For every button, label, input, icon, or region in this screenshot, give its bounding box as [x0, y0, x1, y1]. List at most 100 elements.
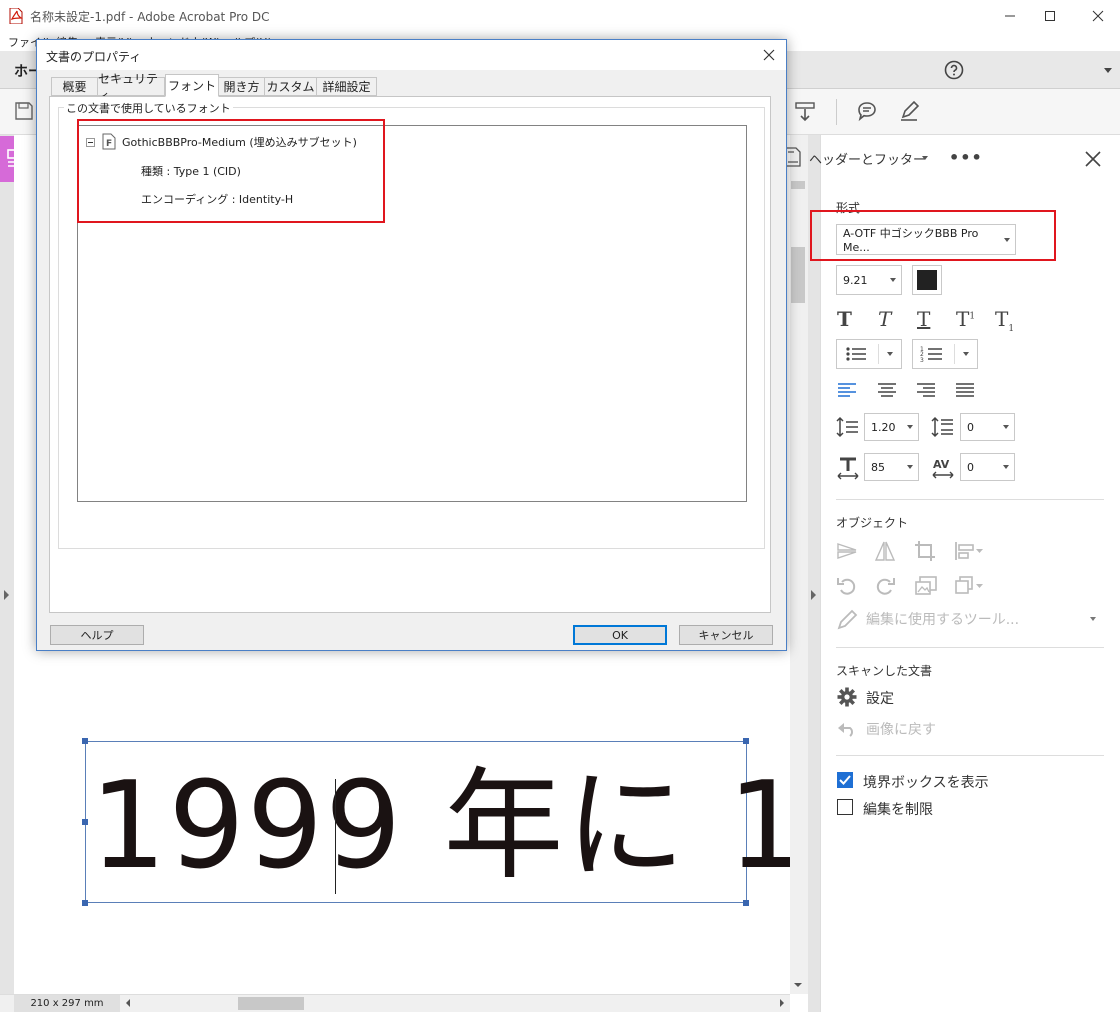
text-color-button[interactable]: [912, 265, 942, 295]
restrict-edit-checkbox[interactable]: [837, 799, 853, 815]
horizontal-scale-select[interactable]: 85: [864, 453, 919, 481]
close-panel-icon[interactable]: [1081, 147, 1105, 171]
collapse-right-pane-icon[interactable]: [811, 590, 816, 600]
tab-security[interactable]: セキュリティ: [97, 72, 165, 103]
restrict-edit-label: 編集を制限: [863, 802, 933, 818]
text-color-swatch: [917, 270, 937, 290]
dialog-title: 文書のプロパティ: [46, 50, 142, 64]
line-spacing-value: 1.20: [871, 420, 896, 434]
scroll-left-icon[interactable]: [126, 999, 130, 1007]
revert-to-image-button[interactable]: 画像に戻す: [866, 719, 936, 739]
text-caret: [335, 779, 336, 894]
edit-right-panel: ヘッダーとフッター ••• 形式 A-OTF 中ゴシックBBB Pro Me..…: [785, 135, 1120, 1012]
align-center-icon[interactable]: [877, 382, 897, 398]
italic-text-icon[interactable]: T: [878, 307, 891, 331]
window-title: 名称未設定-1.pdf - Adobe Acrobat Pro DC: [30, 10, 270, 24]
scroll-right-icon[interactable]: [780, 999, 784, 1007]
scan-settings-button[interactable]: 設定: [866, 688, 894, 708]
bbox-handle[interactable]: [743, 738, 749, 744]
close-window-button[interactable]: [1075, 0, 1120, 31]
underline-text-icon[interactable]: T: [917, 307, 930, 331]
header-footer-menu[interactable]: ヘッダーとフッター: [809, 149, 926, 168]
dialog-help-button[interactable]: ヘルプ: [50, 625, 144, 645]
svg-text:AV: AV: [933, 458, 950, 471]
font-size-select[interactable]: 9.21: [836, 265, 902, 295]
paragraph-spacing-select[interactable]: 0: [960, 413, 1015, 441]
align-right-icon[interactable]: [916, 382, 936, 398]
help-icon[interactable]: [943, 59, 965, 81]
section-divider: [836, 499, 1104, 500]
sign-pen-icon[interactable]: [896, 98, 922, 124]
superscript-icon[interactable]: T1: [956, 307, 975, 331]
line-spacing-select[interactable]: 1.20: [864, 413, 919, 441]
align-left-icon[interactable]: [837, 382, 857, 398]
numbered-list-icon: 123: [920, 346, 942, 364]
tab-initial-view[interactable]: 開き方: [218, 77, 265, 96]
status-bar: 210 x 297 mm: [0, 994, 790, 1012]
document-text[interactable]: 1999 年に 1 号: [90, 753, 790, 901]
edit-tool-select[interactable]: 編集に使用するツール...: [866, 609, 1019, 629]
expand-left-pane-icon[interactable]: [4, 590, 9, 600]
bbox-handle[interactable]: [82, 738, 88, 744]
bbox-handle[interactable]: [82, 819, 88, 825]
section-divider: [836, 755, 1104, 756]
tab-summary[interactable]: 概要: [51, 77, 98, 96]
arrange-icon[interactable]: [954, 540, 986, 562]
dialog-ok-button[interactable]: OK: [573, 625, 667, 645]
bold-text-icon[interactable]: T: [837, 307, 852, 331]
bullet-list-icon: [846, 347, 866, 361]
bbox-handle[interactable]: [82, 900, 88, 906]
paragraph-spacing-value: 0: [967, 420, 974, 434]
download-icon[interactable]: [792, 99, 818, 125]
tools-dropdown-icon[interactable]: [1104, 68, 1112, 73]
rotate-left-icon[interactable]: [836, 575, 858, 597]
crop-icon[interactable]: [914, 540, 936, 562]
revert-icon: [837, 719, 857, 737]
title-bar: 名称未設定-1.pdf - Adobe Acrobat Pro DC: [0, 0, 1120, 31]
tab-fonts[interactable]: フォント: [165, 74, 219, 97]
show-bbox-checkbox[interactable]: [837, 772, 853, 788]
minimize-button[interactable]: [990, 0, 1030, 31]
dialog-title-bar: 文書のプロパティ: [37, 40, 786, 70]
paragraph-spacing-icon: [931, 415, 955, 439]
rotate-right-icon[interactable]: [874, 575, 896, 597]
edit-tool-pencil-icon: [836, 609, 858, 631]
fonts-group-label: この文書で使用しているフォント: [64, 100, 233, 116]
horizontal-scale-icon: [836, 456, 860, 480]
header-footer-dropdown-icon[interactable]: [922, 156, 928, 160]
vertical-scrollbar[interactable]: [790, 135, 808, 994]
tab-custom[interactable]: カスタム: [264, 77, 317, 96]
char-spacing-select[interactable]: 0: [960, 453, 1015, 481]
subscript-icon[interactable]: T1: [995, 307, 1014, 334]
replace-image-icon[interactable]: [914, 575, 938, 597]
save-icon[interactable]: [12, 99, 36, 123]
char-spacing-value: 0: [967, 460, 974, 474]
flip-vertical-icon[interactable]: [836, 540, 858, 562]
tab-advanced[interactable]: 詳細設定: [316, 77, 377, 96]
page-size-readout: 210 x 297 mm: [14, 995, 120, 1012]
bullet-list-button[interactable]: [836, 339, 902, 369]
duplicate-icon[interactable]: [954, 575, 986, 597]
highlight-box-font-entry: [77, 119, 385, 223]
scanned-doc-label: スキャンした文書: [836, 664, 933, 678]
acrobat-pdf-icon: [9, 8, 23, 24]
more-options-icon[interactable]: •••: [949, 148, 983, 167]
horizontal-scroll-thumb[interactable]: [238, 997, 304, 1010]
maximize-button[interactable]: [1030, 0, 1070, 31]
flip-horizontal-icon[interactable]: [874, 540, 896, 562]
edit-tool-dropdown-icon[interactable]: [1090, 617, 1096, 621]
header-footer-icon: [785, 147, 801, 167]
justify-icon[interactable]: [955, 382, 975, 398]
dialog-close-icon[interactable]: [757, 45, 781, 65]
numbered-list-button[interactable]: 123: [912, 339, 978, 369]
highlight-box-font-select: [810, 210, 1056, 261]
svg-text:3: 3: [920, 357, 924, 364]
scroll-down-icon[interactable]: [794, 983, 802, 987]
vertical-scroll-thumb[interactable]: [791, 247, 805, 303]
char-spacing-icon: AV: [931, 456, 955, 480]
toolbar-divider: [836, 99, 837, 125]
comment-icon[interactable]: [854, 98, 880, 124]
gear-icon: [837, 687, 857, 707]
dialog-cancel-button[interactable]: キャンセル: [679, 625, 773, 645]
scroll-segment: [791, 181, 805, 189]
